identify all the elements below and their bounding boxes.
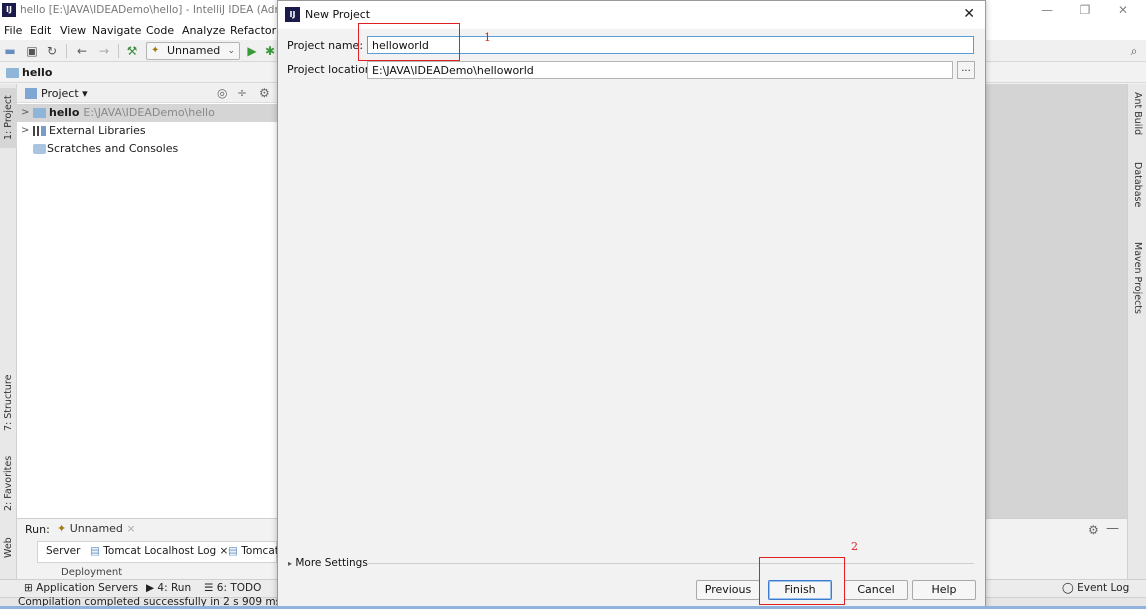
library-icon [33, 126, 46, 136]
chevron-down-icon: ⌄ [227, 46, 235, 56]
project-folder-icon [6, 68, 19, 78]
project-view-select[interactable]: Project ▾ [41, 87, 88, 100]
editor-area [986, 84, 1127, 518]
collapse-all-icon[interactable]: ÷ [237, 86, 247, 100]
close-tab-icon[interactable]: × [126, 522, 135, 535]
gear-icon[interactable]: ⚙ [259, 86, 270, 100]
build-hammer-icon[interactable]: ⚒ [124, 43, 140, 59]
help-button[interactable]: Help [912, 580, 976, 600]
project-tool-window: Project ▾ ◎ ÷ ⚙ > hello E:\JAVA\IDEADemo\… [17, 84, 277, 518]
run-configuration-label: Unnamed [167, 44, 221, 57]
run-tab-unnamed[interactable]: ✦ Unnamed × [57, 522, 136, 535]
tomcat-config-icon: ✦ [57, 522, 67, 535]
locate-target-icon[interactable]: ◎ [217, 86, 227, 100]
run-subtabs: Server ▤ Tomcat Localhost Log × ▤ Tomcat [37, 541, 279, 563]
close-window-button[interactable]: ✕ [1108, 1, 1138, 19]
tab-maven-projects[interactable]: Maven Projects [1128, 242, 1146, 342]
project-view-icon [25, 88, 37, 99]
previous-button[interactable]: Previous [696, 580, 760, 600]
annotation-number-2: 2 [851, 540, 858, 553]
intellij-app-icon: IJ [285, 7, 300, 22]
tab-web[interactable]: Web [0, 528, 17, 568]
cancel-button[interactable]: Cancel [844, 580, 908, 600]
log-icon: ▤ [228, 545, 238, 557]
tab-structure[interactable]: 7: Structure [0, 368, 17, 438]
forward-arrow-icon[interactable]: → [96, 43, 112, 59]
tree-item-scratches[interactable]: Scratches and Consoles [17, 140, 277, 158]
expand-arrow-icon[interactable]: > [21, 104, 29, 122]
debug-bug-icon[interactable]: ✱ [262, 43, 278, 59]
run-panel-right: ⚙ — [986, 518, 1127, 579]
save-icon[interactable]: ▣ [24, 43, 40, 59]
project-location-label: Project location: [287, 63, 376, 76]
project-panel-header: Project ▾ ◎ ÷ ⚙ [17, 84, 277, 103]
tree-item-label: Scratches and Consoles [47, 142, 179, 155]
dialog-close-button[interactable]: ✕ [963, 6, 975, 22]
tab-project[interactable]: 1: Project [0, 88, 17, 148]
subtab-tomcat-localhost-log[interactable]: ▤ Tomcat Localhost Log × [90, 545, 228, 557]
tree-item-label: hello [49, 106, 80, 119]
toolbar-separator [118, 44, 119, 58]
ide-window-title: hello [E:\JAVA\IDEADemo\hello] - Intelli… [20, 4, 292, 16]
menu-view[interactable]: View [60, 24, 86, 37]
menu-file[interactable]: File [4, 24, 22, 37]
subtab-server[interactable]: Server [46, 545, 80, 557]
tool-run[interactable]: ▶ 4: Run [146, 582, 191, 594]
tree-item-path: E:\JAVA\IDEADemo\hello [83, 106, 215, 119]
breadcrumb-label: hello [22, 66, 53, 79]
menu-edit[interactable]: Edit [30, 24, 51, 37]
hide-panel-icon[interactable]: — [1106, 521, 1119, 536]
search-everywhere-icon[interactable]: ⌕ [1126, 43, 1142, 59]
more-settings-toggle[interactable]: ▸ More Settings [288, 557, 368, 569]
expand-arrow-icon: ▸ [288, 559, 293, 568]
new-project-dialog: IJ New Project ✕ Project name: Project l… [277, 0, 986, 609]
tool-todo[interactable]: ☰ 6: TODO [204, 582, 261, 594]
tool-application-servers[interactable]: ⊞ Application Servers [24, 582, 138, 594]
minimize-button[interactable]: — [1032, 1, 1062, 19]
menu-code[interactable]: Code [146, 24, 174, 37]
menu-navigate[interactable]: Navigate [92, 24, 141, 37]
tab-database[interactable]: Database [1128, 162, 1146, 232]
project-name-label: Project name: [287, 39, 364, 52]
module-folder-icon [33, 108, 46, 118]
sync-icon[interactable]: ↻ [44, 43, 60, 59]
tab-favorites[interactable]: 2: Favorites [0, 448, 17, 518]
toolbar-separator [66, 44, 67, 58]
dialog-title: New Project [305, 8, 371, 21]
annotation-number-1: 1 [484, 31, 491, 44]
subtab-tomcat[interactable]: ▤ Tomcat [228, 545, 279, 557]
maximize-button[interactable]: ❐ [1070, 1, 1100, 19]
annotation-box-2 [759, 557, 845, 605]
run-label: Run: [25, 523, 50, 536]
run-icon[interactable]: ▶ [244, 43, 260, 59]
run-configuration-select[interactable]: ✦ Unnamed ⌄ [146, 42, 240, 60]
deployment-header: Deployment [61, 567, 123, 578]
tree-item-hello[interactable]: > hello E:\JAVA\IDEADemo\hello [17, 104, 277, 122]
separator-line [368, 563, 974, 564]
project-location-input[interactable] [367, 61, 953, 79]
back-arrow-icon[interactable]: ← [74, 43, 90, 59]
gear-icon[interactable]: ⚙ [1088, 523, 1099, 537]
tab-ant-build[interactable]: Ant Build [1128, 92, 1146, 152]
expand-arrow-icon[interactable]: > [21, 122, 29, 140]
menu-refactor[interactable]: Refactor [230, 24, 276, 37]
tomcat-config-icon: ✦ [151, 45, 160, 56]
tree-item-external-libraries[interactable]: > External Libraries [17, 122, 277, 140]
scratches-icon [33, 144, 46, 154]
menu-analyze[interactable]: Analyze [182, 24, 225, 37]
open-folder-icon[interactable]: ▬ [2, 43, 18, 59]
tool-event-log[interactable]: ◯ Event Log [1062, 582, 1129, 594]
log-icon: ▤ [90, 545, 100, 557]
left-tool-stripe: 1: Project 7: Structure 2: Favorites Web [0, 84, 17, 594]
annotation-box-1 [358, 23, 460, 61]
intellij-app-icon: IJ [2, 3, 16, 17]
browse-button[interactable]: ... [957, 61, 975, 79]
right-tool-stripe: Ant Build Database Maven Projects [1127, 84, 1146, 579]
breadcrumb[interactable]: hello [2, 65, 60, 81]
tree-item-label: External Libraries [49, 124, 146, 137]
